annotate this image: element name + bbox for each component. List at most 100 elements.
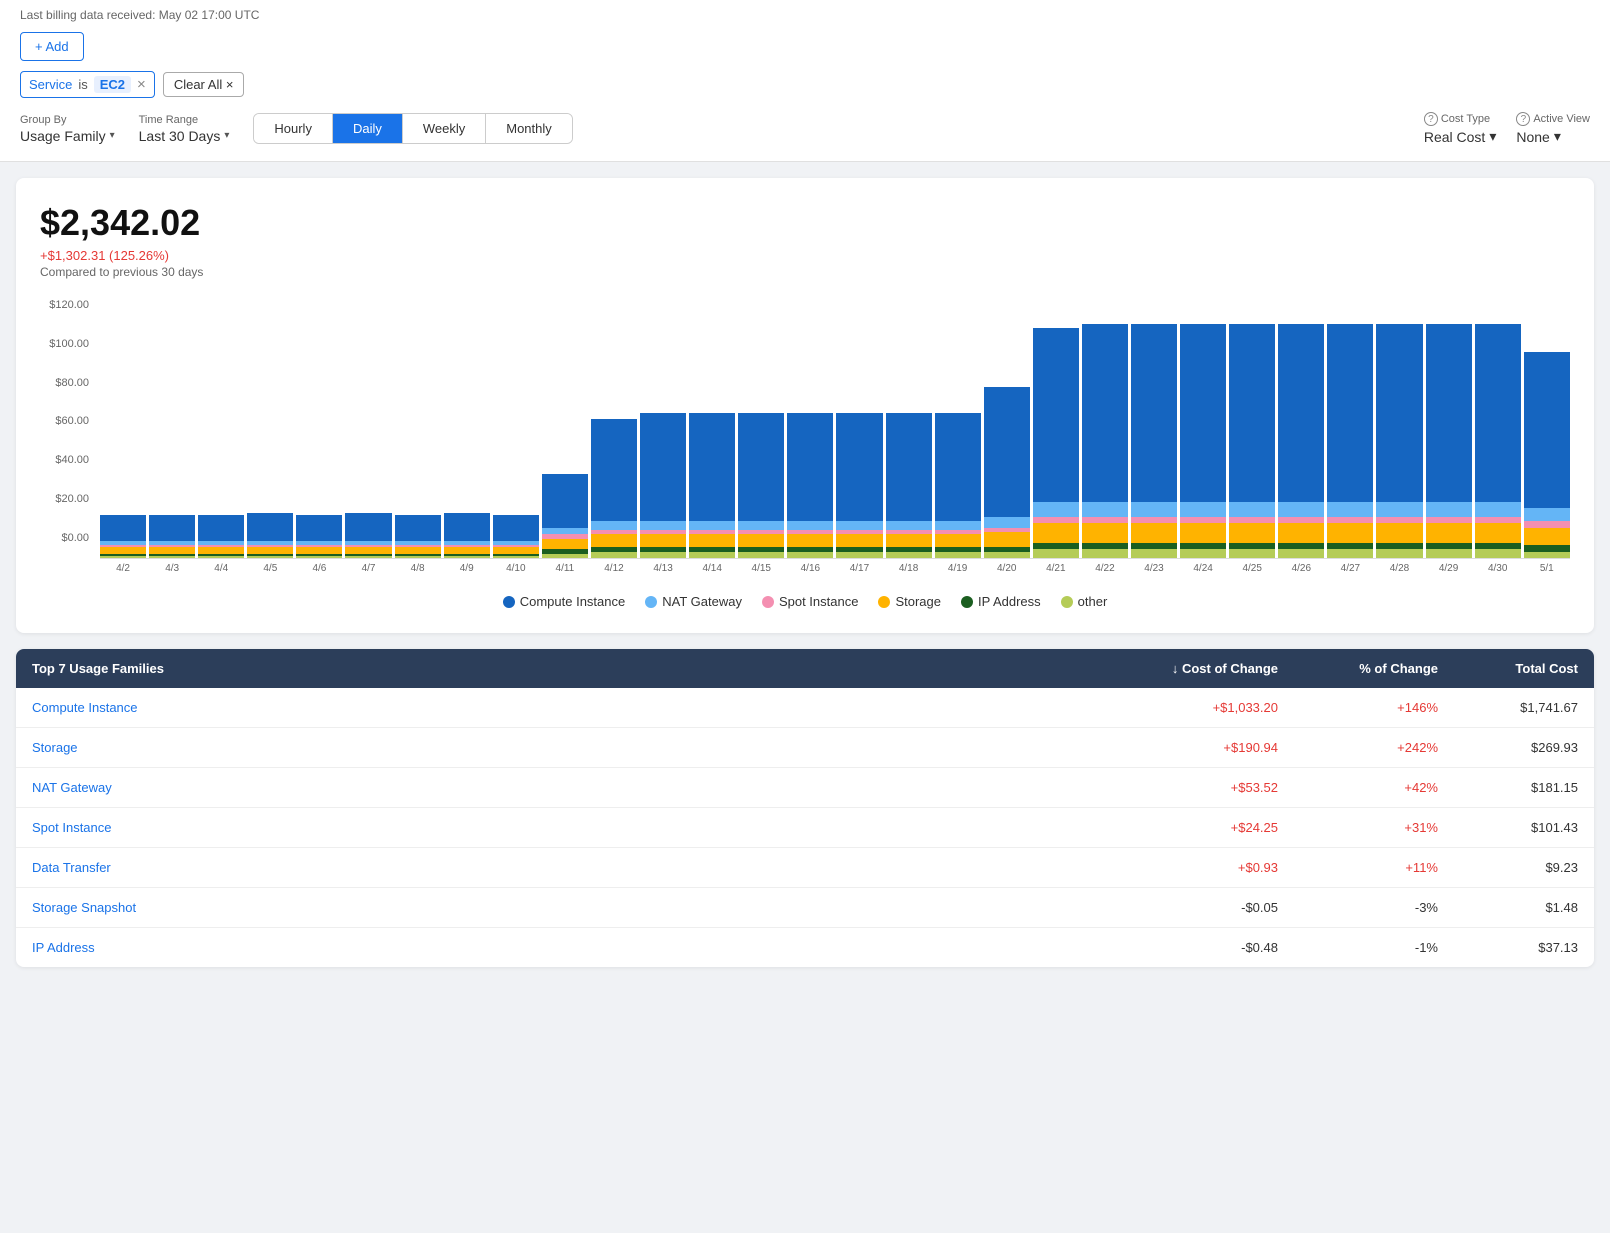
x-axis: 4/24/34/44/54/64/74/84/94/104/114/124/13… [100, 563, 1570, 574]
bar-group[interactable] [1180, 324, 1226, 558]
y-label: $60.00 [40, 415, 95, 427]
clear-all-button[interactable]: Clear All × [163, 72, 245, 97]
bar-group[interactable] [689, 413, 735, 558]
bar-group[interactable] [1327, 324, 1373, 558]
bar-group[interactable] [493, 515, 539, 558]
x-label: 4/6 [296, 563, 342, 574]
row-name[interactable]: Spot Instance [32, 820, 1078, 835]
bar-group[interactable] [345, 513, 391, 558]
bar-group[interactable] [1033, 328, 1079, 558]
bar-group[interactable] [787, 413, 833, 558]
bar-group[interactable] [1376, 324, 1422, 558]
cost-type-info-icon[interactable]: ? [1424, 112, 1438, 126]
row-name[interactable]: Compute Instance [32, 700, 1078, 715]
time-range-label: Time Range [139, 114, 230, 126]
bar-group[interactable] [395, 515, 441, 558]
bar-group[interactable] [149, 515, 195, 558]
bar-group[interactable] [444, 513, 490, 558]
bar-group[interactable] [640, 413, 686, 558]
bar-seg-nat [1180, 502, 1226, 517]
row-name[interactable]: Data Transfer [32, 860, 1078, 875]
x-label: 4/29 [1426, 563, 1472, 574]
bar-group[interactable] [935, 413, 981, 558]
bar-group[interactable] [591, 419, 637, 558]
row-change: +$190.94 [1078, 740, 1278, 755]
bar-group[interactable] [1475, 324, 1521, 558]
bar-seg-storage [836, 534, 882, 547]
y-axis: $0.00$20.00$40.00$60.00$80.00$100.00$120… [40, 299, 95, 544]
y-label: $100.00 [40, 338, 95, 350]
x-label: 4/30 [1475, 563, 1521, 574]
row-change: +$24.25 [1078, 820, 1278, 835]
bar-seg-other [886, 552, 932, 559]
granularity-monthly-button[interactable]: Monthly [486, 114, 572, 143]
bar-seg-other [542, 554, 588, 558]
granularity-daily-button[interactable]: Daily [333, 114, 403, 143]
bar-group[interactable] [1426, 324, 1472, 558]
row-name[interactable]: Storage [32, 740, 1078, 755]
filter-op: is [78, 77, 87, 92]
row-name[interactable]: IP Address [32, 940, 1078, 955]
row-pct: -1% [1278, 940, 1438, 955]
top-bar: Last billing data received: May 02 17:00… [0, 0, 1610, 162]
granularity-weekly-button[interactable]: Weekly [403, 114, 486, 143]
bar-group[interactable] [542, 474, 588, 558]
bar-seg-other [395, 556, 441, 558]
bar-seg-other [1131, 549, 1177, 558]
service-filter-tag: Service is EC2 × [20, 71, 155, 98]
table-row: IP Address-$0.48-1%$37.13 [16, 928, 1594, 967]
total-cost: $2,342.02 [40, 202, 1570, 244]
bar-group[interactable] [738, 413, 784, 558]
bar-group[interactable] [198, 515, 244, 558]
x-label: 4/13 [640, 563, 686, 574]
bar-group[interactable] [1229, 324, 1275, 558]
y-label: $40.00 [40, 454, 95, 466]
bar-seg-compute [886, 413, 932, 521]
right-controls: ? Cost Type Real Cost ▾ ? Active View No… [1424, 112, 1590, 145]
bar-seg-compute [1229, 324, 1275, 502]
active-view-info-icon[interactable]: ? [1516, 112, 1530, 126]
bar-group[interactable] [100, 515, 146, 558]
bar-group[interactable] [296, 515, 342, 558]
bar-seg-other [984, 552, 1030, 559]
bar-seg-storage [689, 534, 735, 547]
filter-close-icon[interactable]: × [137, 77, 146, 92]
bar-seg-compute [1278, 324, 1324, 502]
bar-group[interactable] [1082, 324, 1128, 558]
bar-group[interactable] [984, 387, 1030, 558]
cost-type-value[interactable]: Real Cost ▾ [1424, 128, 1497, 145]
legend-dot [503, 596, 515, 608]
bar-group[interactable] [1131, 324, 1177, 558]
x-label: 4/5 [247, 563, 293, 574]
row-name[interactable]: NAT Gateway [32, 780, 1078, 795]
y-label: $20.00 [40, 493, 95, 505]
group-by-value[interactable]: Usage Family ▾ [20, 128, 115, 144]
x-label: 4/19 [935, 563, 981, 574]
bar-seg-other [1180, 549, 1226, 558]
x-label: 4/22 [1082, 563, 1128, 574]
legend-item: Spot Instance [762, 594, 859, 609]
bar-group[interactable] [247, 513, 293, 558]
time-range-chevron: ▾ [224, 130, 229, 141]
table-header: Top 7 Usage Families ↓ Cost of Change % … [16, 649, 1594, 688]
bar-seg-compute [836, 413, 882, 521]
legend-item: other [1061, 594, 1108, 609]
bars-container [100, 299, 1570, 559]
bar-group[interactable] [1524, 352, 1570, 558]
row-pct: +31% [1278, 820, 1438, 835]
bar-seg-other [787, 552, 833, 559]
y-label: $120.00 [40, 299, 95, 311]
y-label: $80.00 [40, 377, 95, 389]
bar-group[interactable] [836, 413, 882, 558]
row-pct: +11% [1278, 860, 1438, 875]
bar-group[interactable] [886, 413, 932, 558]
active-view-value[interactable]: None ▾ [1516, 128, 1590, 145]
bar-seg-other [1082, 549, 1128, 558]
bar-seg-compute [1426, 324, 1472, 502]
granularity-hourly-button[interactable]: Hourly [254, 114, 333, 143]
time-range-value[interactable]: Last 30 Days ▾ [139, 128, 230, 144]
row-name[interactable]: Storage Snapshot [32, 900, 1078, 915]
bar-group[interactable] [1278, 324, 1324, 558]
add-button[interactable]: + Add [20, 32, 84, 61]
row-change: -$0.05 [1078, 900, 1278, 915]
